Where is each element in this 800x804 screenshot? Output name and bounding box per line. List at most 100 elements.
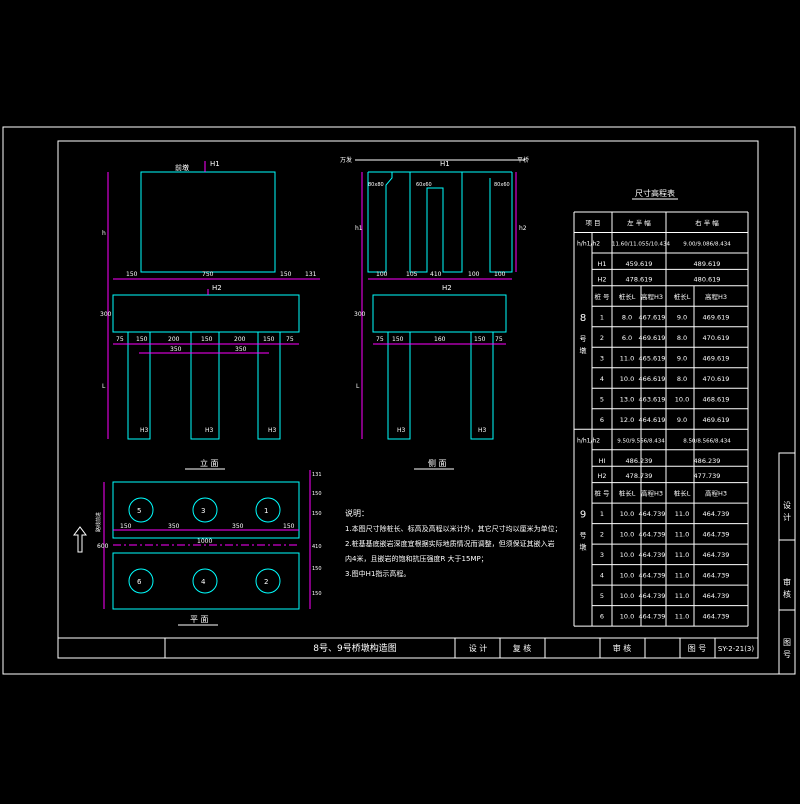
- svg-text:h2: h2: [519, 225, 527, 232]
- design-label: 设 计: [469, 643, 488, 653]
- svg-text:105: 105: [406, 271, 418, 278]
- table-H2-label: H2: [597, 472, 606, 480]
- table-cell: 465.619: [639, 354, 666, 362]
- table-H1-label: H1: [597, 260, 606, 268]
- svg-text:150: 150: [263, 336, 275, 343]
- svg-text:路线前进: 路线前进: [95, 512, 102, 532]
- svg-text:750: 750: [202, 271, 214, 278]
- svg-text:150: 150: [136, 336, 148, 343]
- drawing-title: 8号、9号桥墩构造图: [313, 642, 396, 654]
- table-hh-label: h/h1/h2: [577, 437, 600, 444]
- svg-text:H2: H2: [212, 284, 222, 292]
- table-title: 尺寸高程表: [635, 188, 675, 198]
- table-cell: 10.0: [620, 592, 634, 600]
- table-H2-left: 478.619: [626, 275, 653, 283]
- table-H2-left: 478.739: [626, 472, 653, 480]
- svg-text:150: 150: [312, 511, 322, 517]
- svg-text:100: 100: [468, 271, 480, 278]
- table-cell: 464.739: [703, 551, 730, 559]
- table-cell: 464.739: [639, 613, 666, 621]
- table-header-left: 左 半 幅: [627, 218, 651, 227]
- svg-text:150: 150: [283, 523, 295, 530]
- table-pier-word-char: 号: [580, 335, 587, 343]
- table-cell: 9.0: [677, 313, 687, 321]
- table-header-right: 右 半 幅: [695, 218, 719, 227]
- drawing-canvas: 设 计 审 核 图 号 8号、9号桥墩构造图 设 计 复 核 审 核 图 号 S…: [2, 126, 796, 675]
- table-cell: 463.619: [639, 395, 666, 403]
- side-view: 万发 平桥 80x80 60x60 80x60 H1 H2 H3 H3 100 …: [340, 156, 529, 470]
- svg-text:75: 75: [116, 336, 124, 343]
- table-cell: 11.0: [675, 592, 689, 600]
- table-cell: 464.619: [639, 416, 666, 424]
- svg-text:H3: H3: [478, 427, 487, 434]
- elevation-pile-right: [257, 331, 281, 440]
- svg-text:H2: H2: [442, 284, 452, 292]
- table-col-header: 高程H3: [705, 489, 727, 498]
- svg-text:H3: H3: [268, 427, 277, 434]
- svg-text:审: 审: [783, 577, 791, 587]
- table-header-item: 项 目: [585, 219, 600, 227]
- route-direction-arrow: [73, 526, 87, 553]
- table-cell: 10.0: [620, 572, 634, 580]
- side-top-left: 万发: [340, 156, 352, 164]
- svg-text:图: 图: [783, 638, 791, 647]
- svg-text:80x60: 80x60: [494, 182, 510, 188]
- table-col-header: 桩 号: [594, 292, 610, 301]
- side-strip-design: 设: [783, 500, 791, 510]
- svg-text:131: 131: [312, 472, 322, 478]
- table-H1-left: 486.239: [626, 457, 653, 465]
- svg-text:160: 160: [434, 336, 446, 343]
- elevation-pier-column: [140, 171, 276, 273]
- svg-text:150: 150: [280, 271, 292, 278]
- svg-text:100: 100: [494, 271, 506, 278]
- svg-text:75: 75: [376, 336, 384, 343]
- table-cell: 466.619: [639, 375, 666, 383]
- table-cell: 2: [600, 531, 604, 539]
- elevation-pile-left: [127, 331, 151, 440]
- table-cell: 10.0: [620, 531, 634, 539]
- table-cell: 464.739: [639, 551, 666, 559]
- table-H1-left: 459.619: [626, 260, 653, 268]
- svg-text:150: 150: [201, 336, 213, 343]
- table-col-header: 高程H3: [705, 292, 727, 301]
- side-pile-left: [387, 331, 411, 440]
- svg-text:600: 600: [97, 543, 109, 550]
- svg-text:150: 150: [120, 523, 132, 530]
- table-cell: 1: [600, 510, 604, 518]
- svg-text:6: 6: [137, 578, 142, 586]
- table-cell: 468.619: [703, 395, 730, 403]
- svg-text:1000: 1000: [197, 538, 212, 545]
- table-pier-word-char: 号: [580, 532, 587, 540]
- svg-text:2: 2: [264, 578, 268, 586]
- note-2: 2.桩基基底嵌岩深度宜根据实际地质情况而调整，但须保证其嵌入岩: [345, 539, 555, 548]
- side-strip: 设 计 审 核 图 号: [778, 452, 796, 675]
- svg-text:H3: H3: [140, 427, 149, 434]
- table-col-header: 桩长L: [674, 292, 691, 301]
- plan-view: 5 3 1 6 4 2 150 350 350 150 1000 600 131…: [73, 470, 322, 626]
- table-H2-label: H2: [597, 275, 606, 283]
- svg-text:H1: H1: [210, 160, 220, 168]
- svg-text:300: 300: [354, 311, 366, 318]
- table-cell: 464.739: [703, 572, 730, 580]
- table-col-header: 高程H3: [641, 292, 663, 301]
- svg-text:1: 1: [264, 507, 268, 515]
- table-cell: 6: [600, 416, 604, 424]
- svg-text:150: 150: [312, 566, 322, 572]
- elevation-view-label: 立 面: [200, 458, 219, 468]
- side-view-label: 侧 面: [428, 458, 447, 468]
- dimension-elevation-table: 尺寸高程表 项 目 左 半 幅 右 半 幅 h/h1/h2 11.60/11.055/1…: [573, 188, 749, 627]
- table-H1-right: 489.619: [694, 260, 721, 268]
- table-cell: 464.739: [639, 531, 666, 539]
- table-cell: 469.619: [703, 313, 730, 321]
- table-col-header: 桩长L: [619, 292, 636, 301]
- table-hh-label: h/h1/h2: [577, 241, 600, 248]
- table-cell: 11.0: [675, 551, 689, 559]
- note-1: 1.本图尺寸除桩长、标高及高程以米计外，其它尺寸均以厘米为单位；: [345, 524, 562, 533]
- table-cell: 3: [600, 551, 604, 559]
- svg-text:L: L: [356, 383, 360, 390]
- table-cell: 11.0: [675, 572, 689, 580]
- table-cell: 3: [600, 354, 604, 362]
- table-cell: 469.619: [639, 334, 666, 342]
- cad-drawing-sheet: 设 计 审 核 图 号 8号、9号桥墩构造图 设 计 复 核 审 核 图 号 S…: [0, 0, 800, 800]
- table-cell: 464.739: [639, 510, 666, 518]
